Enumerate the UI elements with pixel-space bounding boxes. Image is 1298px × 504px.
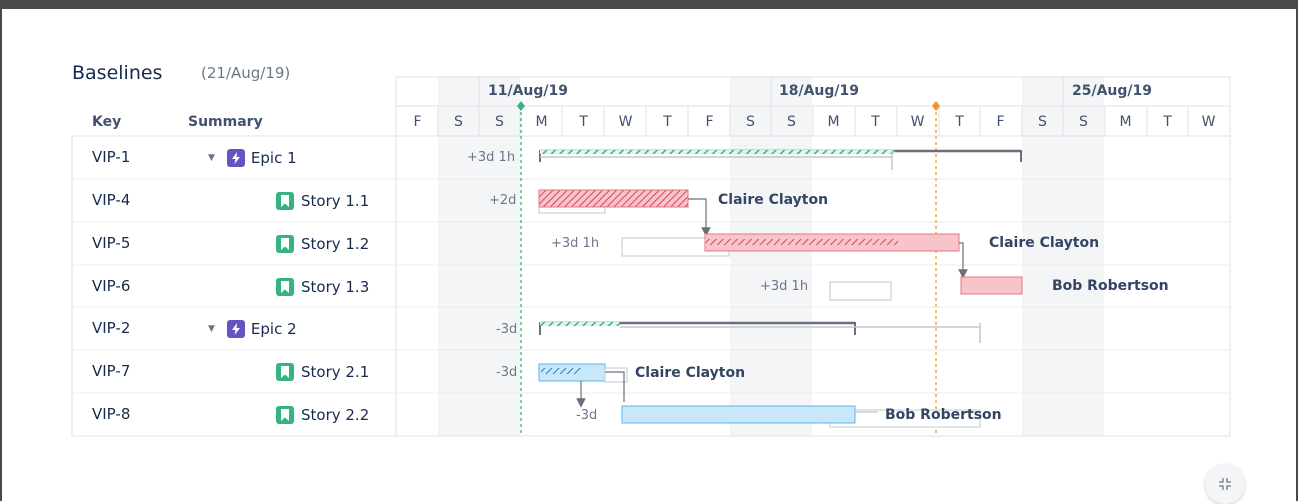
weekend-shade: [479, 77, 520, 436]
task-progress: [705, 239, 898, 245]
day-label: S: [1038, 114, 1047, 130]
day-label: W: [910, 114, 925, 130]
issue-summary-text: Story 1.3: [301, 277, 370, 296]
task-bar: [538, 189, 689, 208]
issue-key[interactable]: VIP-4: [92, 179, 130, 222]
epic-progress: [540, 150, 895, 154]
day-label: M: [535, 114, 548, 130]
dependency-arrow: [688, 198, 711, 237]
offset-label: -3d: [576, 408, 598, 423]
day-label: W: [618, 114, 633, 130]
offset-label: -3d: [496, 365, 518, 380]
day-label: M: [827, 114, 840, 130]
table-row[interactable]: VIP-7 Story 2.1: [72, 350, 396, 393]
baseline-bar: [829, 281, 892, 301]
day-label: S: [454, 114, 463, 130]
week-label: 25/Aug/19: [1072, 83, 1153, 99]
column-header-key[interactable]: Key: [92, 114, 121, 130]
dependency-arrow: [958, 242, 968, 279]
task-bar: [621, 405, 856, 424]
column-header-summary[interactable]: Summary: [188, 114, 263, 130]
day-label: T: [663, 114, 672, 130]
story-icon: [276, 277, 294, 296]
issue-summary[interactable]: ▼ Epic 2: [208, 307, 297, 350]
offset-label: +3d 1h: [760, 279, 809, 294]
issue-key[interactable]: VIP-6: [92, 265, 130, 308]
weekend-shade: [438, 77, 479, 436]
story-icon: [276, 234, 294, 253]
day-label: S: [1079, 114, 1088, 130]
issue-key[interactable]: VIP-1: [92, 136, 130, 179]
day-label: T: [955, 114, 964, 130]
assignee-label[interactable]: Bob Robertson: [885, 407, 1002, 423]
issue-summary-text: Story 1.2: [301, 234, 370, 253]
task-progress: [541, 368, 581, 374]
assignee-label[interactable]: Bob Robertson: [1052, 278, 1169, 294]
issue-summary[interactable]: Story 1.2: [276, 222, 369, 265]
day-label: S: [746, 114, 755, 130]
day-label: F: [996, 114, 1005, 130]
day-label: T: [579, 114, 588, 130]
offset-label: +3d 1h: [551, 236, 600, 251]
caret-down-icon[interactable]: ▼: [208, 324, 215, 334]
issue-summary-text: Epic 1: [250, 148, 297, 167]
day-label: F: [413, 114, 422, 130]
assignee-label[interactable]: Claire Clayton: [635, 365, 745, 381]
issue-summary[interactable]: Story 1.1: [276, 179, 369, 222]
weekend-shade: [1063, 77, 1104, 436]
issue-summary[interactable]: Story 1.3: [276, 265, 369, 308]
offset-label: +3d 1h: [467, 150, 516, 165]
day-label: T: [1163, 114, 1172, 130]
offset-label: -3d: [496, 322, 518, 337]
epic-progress: [540, 322, 620, 326]
day-label: F: [705, 114, 714, 130]
day-label: M: [1119, 114, 1132, 130]
table-row[interactable]: VIP-1 ▼ Epic 1: [72, 136, 396, 179]
epic-icon: [226, 319, 245, 338]
table-row[interactable]: VIP-5 Story 1.2: [72, 222, 396, 265]
weekend-shade: [771, 77, 812, 436]
caret-down-icon[interactable]: ▼: [208, 153, 215, 163]
weekend-shade: [730, 77, 771, 436]
day-label: T: [871, 114, 880, 130]
day-label: W: [1201, 114, 1216, 130]
issue-summary-text: Story 2.2: [301, 405, 370, 424]
table-row[interactable]: VIP-4 Story 1.1: [72, 179, 396, 222]
issue-summary[interactable]: ▼ Epic 1: [208, 136, 297, 179]
task-bar: [960, 276, 1023, 295]
issue-summary[interactable]: Story 2.2: [276, 393, 369, 436]
week-label: 11/Aug/19: [488, 83, 569, 99]
issue-summary-text: Story 2.1: [301, 362, 370, 381]
issue-key[interactable]: VIP-7: [92, 350, 130, 393]
table-row[interactable]: VIP-2 ▼ Epic 2: [72, 307, 396, 350]
day-label: S: [495, 114, 504, 130]
issue-key[interactable]: VIP-8: [92, 393, 130, 436]
assignee-label[interactable]: Claire Clayton: [718, 192, 828, 208]
collapse-icon: [1219, 478, 1231, 490]
issue-summary-text: Story 1.1: [301, 191, 370, 210]
epic-icon: [226, 148, 245, 167]
table-row[interactable]: VIP-6 Story 1.3: [72, 265, 396, 308]
issue-key[interactable]: VIP-5: [92, 222, 130, 265]
story-icon: [276, 362, 294, 381]
issue-summary-text: Epic 2: [250, 319, 297, 338]
issue-key[interactable]: VIP-2: [92, 307, 130, 350]
table-row[interactable]: VIP-8 Story 2.2: [72, 393, 396, 436]
offset-label: +2d: [489, 193, 517, 208]
issue-summary[interactable]: Story 2.1: [276, 350, 369, 393]
weekend-shade: [1022, 77, 1063, 436]
week-label: 18/Aug/19: [779, 83, 860, 99]
assignee-label[interactable]: Claire Clayton: [989, 235, 1099, 251]
day-label: S: [787, 114, 796, 130]
story-icon: [276, 405, 294, 424]
collapse-button[interactable]: [1205, 464, 1245, 504]
story-icon: [276, 191, 294, 210]
